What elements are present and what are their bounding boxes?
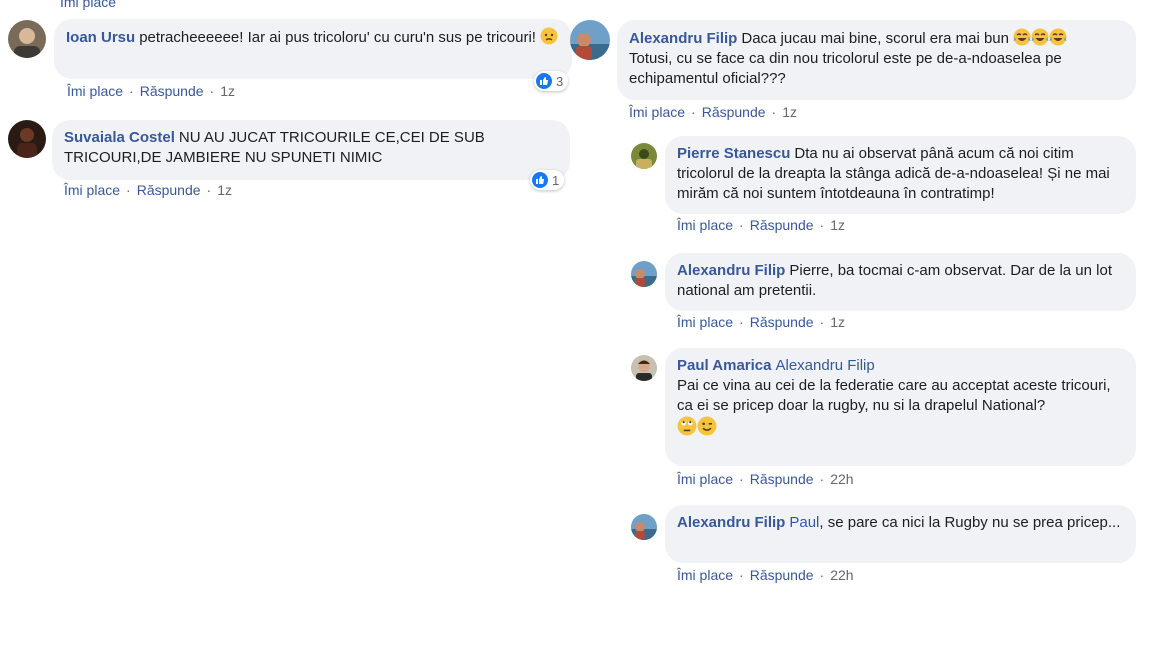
reply-link[interactable]: Răspunde [137,182,201,198]
comment-actions: Îmi place · Răspunde · 1z [67,83,235,99]
timestamp[interactable]: 22h [830,471,853,487]
timestamp[interactable]: 1z [830,217,845,233]
avatar[interactable] [631,514,657,540]
comment-actions: Îmi place · Răspunde · 1z [629,104,797,120]
reply-bubble: Alexandru Filip Paul, se pare ca nici la … [665,505,1136,563]
reply-author[interactable]: Alexandru Filip [677,514,785,531]
reply-actions: Îmi place · Răspunde · 22h [677,567,854,583]
avatar[interactable] [8,120,46,158]
avatar[interactable] [631,143,657,169]
tears-of-joy-icon [1013,28,1067,47]
comment-author[interactable]: Ioan Ursu [66,29,135,46]
reply-author[interactable]: Pierre Stanescu [677,145,790,162]
reply-text: , se pare ca nici la Rugby nu se prea pr… [819,514,1121,531]
reply-author[interactable]: Paul Amarica [677,357,772,374]
reply-bubble: Paul Amarica Alexandru Filip Pai ce vina … [665,348,1136,466]
like-link[interactable]: Îmi place [629,104,685,120]
reply-bubble: Alexandru Filip Pierre, ba tocmai c-am ob… [665,253,1136,311]
reply-actions: Îmi place · Răspunde · 22h [677,471,854,487]
reply-link[interactable]: Răspunde [750,314,814,330]
like-link[interactable]: Îmi place [60,0,116,10]
comment-author[interactable]: Suvaiala Costel [64,129,175,146]
reaction-number: 1 [552,172,560,188]
like-link[interactable]: Îmi place [67,83,123,99]
comment-actions: Îmi place · Răspunde · 1z [64,182,232,198]
timestamp[interactable]: 1z [782,104,797,120]
reply-actions: Îmi place · Răspunde · 1z [677,217,845,233]
reaction-count[interactable]: 3 [534,71,569,91]
reply-bubble: Pierre Stanescu Dta nu ai observat până a… [665,136,1136,214]
timestamp[interactable]: 1z [830,314,845,330]
comment-bubble: Suvaiala Costel NU AU JUCAT TRICOURILE CE… [52,120,570,180]
previous-actions-fragment: Îmi place [60,0,116,10]
reaction-number: 3 [556,73,564,89]
reply-link[interactable]: Răspunde [140,83,204,99]
comment-text-line2: Totusi, cu se face ca din nou tricolorul… [629,50,1062,87]
reply-link[interactable]: Răspunde [750,217,814,233]
like-link[interactable]: Îmi place [64,182,120,198]
reply-link[interactable]: Răspunde [750,567,814,583]
reply-link[interactable]: Răspunde [750,471,814,487]
reply-link[interactable]: Răspunde [702,104,766,120]
comment-text: petracheeeeee! Iar ai pus tricoloru' cu … [139,29,536,46]
timestamp[interactable]: 1z [220,83,235,99]
like-link[interactable]: Îmi place [677,217,733,233]
reaction-count[interactable]: 1 [530,170,565,190]
angry-face-icon [540,27,558,45]
mention-link[interactable]: Paul [789,514,819,531]
comments-area: Îmi place Ioan Ursu petracheeeeee! Iar ai… [0,0,1152,585]
like-link[interactable]: Îmi place [677,314,733,330]
comment-bubble: Ioan Ursu petracheeeeee! Iar ai pus trico… [54,19,572,79]
avatar[interactable] [631,355,657,381]
comment-author[interactable]: Alexandru Filip [629,30,737,47]
avatar[interactable] [570,20,610,60]
comment-text: Daca jucau mai bine, scorul era mai bun [741,30,1009,47]
avatar[interactable] [631,261,657,287]
eye-roll-wink-icon [677,416,1124,439]
comment-bubble: Alexandru Filip Daca jucau mai bine, scor… [617,20,1136,100]
reply-text: Pai ce vina au cei de la federatie care … [677,377,1111,414]
like-link[interactable]: Îmi place [677,471,733,487]
avatar[interactable] [8,20,46,58]
reply-actions: Îmi place · Răspunde · 1z [677,314,845,330]
timestamp[interactable]: 1z [217,182,232,198]
timestamp[interactable]: 22h [830,567,853,583]
mention-link[interactable]: Alexandru Filip [776,357,875,374]
thumbs-up-icon [532,172,548,188]
thumbs-up-icon [536,73,552,89]
reply-author[interactable]: Alexandru Filip [677,262,785,279]
like-link[interactable]: Îmi place [677,567,733,583]
